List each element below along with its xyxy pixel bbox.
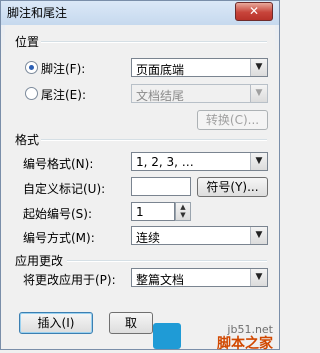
custom-mark-label: 自定义标记(U): bbox=[23, 182, 106, 196]
format-group-title: 格式 bbox=[15, 133, 40, 147]
endnote-location-select[interactable]: 文档结尾 ▼ bbox=[131, 84, 268, 103]
watermark-logo-icon bbox=[153, 323, 181, 349]
position-divider bbox=[41, 41, 267, 43]
apply-to-value: 整篇文档 bbox=[136, 273, 185, 287]
apply-to-select[interactable]: 整篇文档 ▼ bbox=[131, 268, 268, 287]
apply-to-label: 将更改应用于(P): bbox=[23, 273, 116, 287]
start-at-spinner[interactable]: ▲ ▼ bbox=[175, 202, 191, 221]
chevron-down-icon: ▼ bbox=[250, 227, 267, 244]
watermark-brand: 脚本之家 bbox=[217, 336, 273, 352]
number-format-label: 编号格式(N): bbox=[23, 157, 94, 171]
apply-divider bbox=[67, 260, 267, 262]
close-button[interactable]: ✕ bbox=[235, 2, 273, 21]
footnote-location-value: 页面底端 bbox=[136, 63, 185, 77]
custom-mark-input[interactable] bbox=[131, 177, 191, 196]
chevron-down-icon: ▼ bbox=[250, 269, 267, 286]
number-format-select[interactable]: 1, 2, 3, … ▼ bbox=[131, 152, 268, 171]
close-icon: ✕ bbox=[248, 4, 260, 18]
start-at-value: 1 bbox=[136, 205, 144, 219]
chevron-down-icon: ▼ bbox=[250, 59, 267, 76]
dialog-body: 位置 脚注(F): 页面底端 ▼ 尾注(E): 文档结尾 ▼ 转换(C)... … bbox=[5, 25, 275, 347]
start-at-input[interactable]: 1 bbox=[131, 202, 175, 221]
dialog-title: 脚注和尾注 bbox=[7, 6, 68, 20]
numbering-label: 编号方式(M): bbox=[23, 231, 95, 245]
footnote-location-select[interactable]: 页面底端 ▼ bbox=[131, 58, 268, 77]
footnote-endnote-dialog: 脚注和尾注 ✕ 位置 脚注(F): 页面底端 ▼ 尾注(E): 文档结尾 ▼ 转… bbox=[0, 0, 280, 352]
cancel-button[interactable]: 取 bbox=[109, 312, 153, 334]
endnote-radio[interactable] bbox=[25, 87, 38, 100]
footnote-label: 脚注(F): bbox=[41, 62, 86, 76]
spin-up-icon[interactable]: ▲ bbox=[176, 203, 190, 211]
numbering-value: 连续 bbox=[136, 231, 161, 245]
title-bar: 脚注和尾注 ✕ bbox=[1, 1, 279, 23]
number-format-value: 1, 2, 3, … bbox=[136, 155, 194, 169]
endnote-label: 尾注(E): bbox=[41, 88, 86, 102]
chevron-down-icon: ▼ bbox=[250, 153, 267, 170]
apply-group-title: 应用更改 bbox=[15, 254, 64, 268]
spin-down-icon[interactable]: ▼ bbox=[176, 211, 190, 219]
position-group-title: 位置 bbox=[15, 35, 40, 49]
insert-button[interactable]: 插入(I) bbox=[19, 312, 93, 334]
numbering-select[interactable]: 连续 ▼ bbox=[131, 226, 268, 245]
start-at-label: 起始编号(S): bbox=[23, 207, 93, 221]
format-divider bbox=[41, 139, 267, 141]
endnote-location-value: 文档结尾 bbox=[136, 89, 185, 103]
convert-button[interactable]: 转换(C)... bbox=[197, 110, 268, 130]
symbol-button[interactable]: 符号(Y)... bbox=[197, 177, 268, 197]
chevron-down-icon: ▼ bbox=[250, 85, 267, 102]
footnote-radio[interactable] bbox=[25, 61, 38, 74]
